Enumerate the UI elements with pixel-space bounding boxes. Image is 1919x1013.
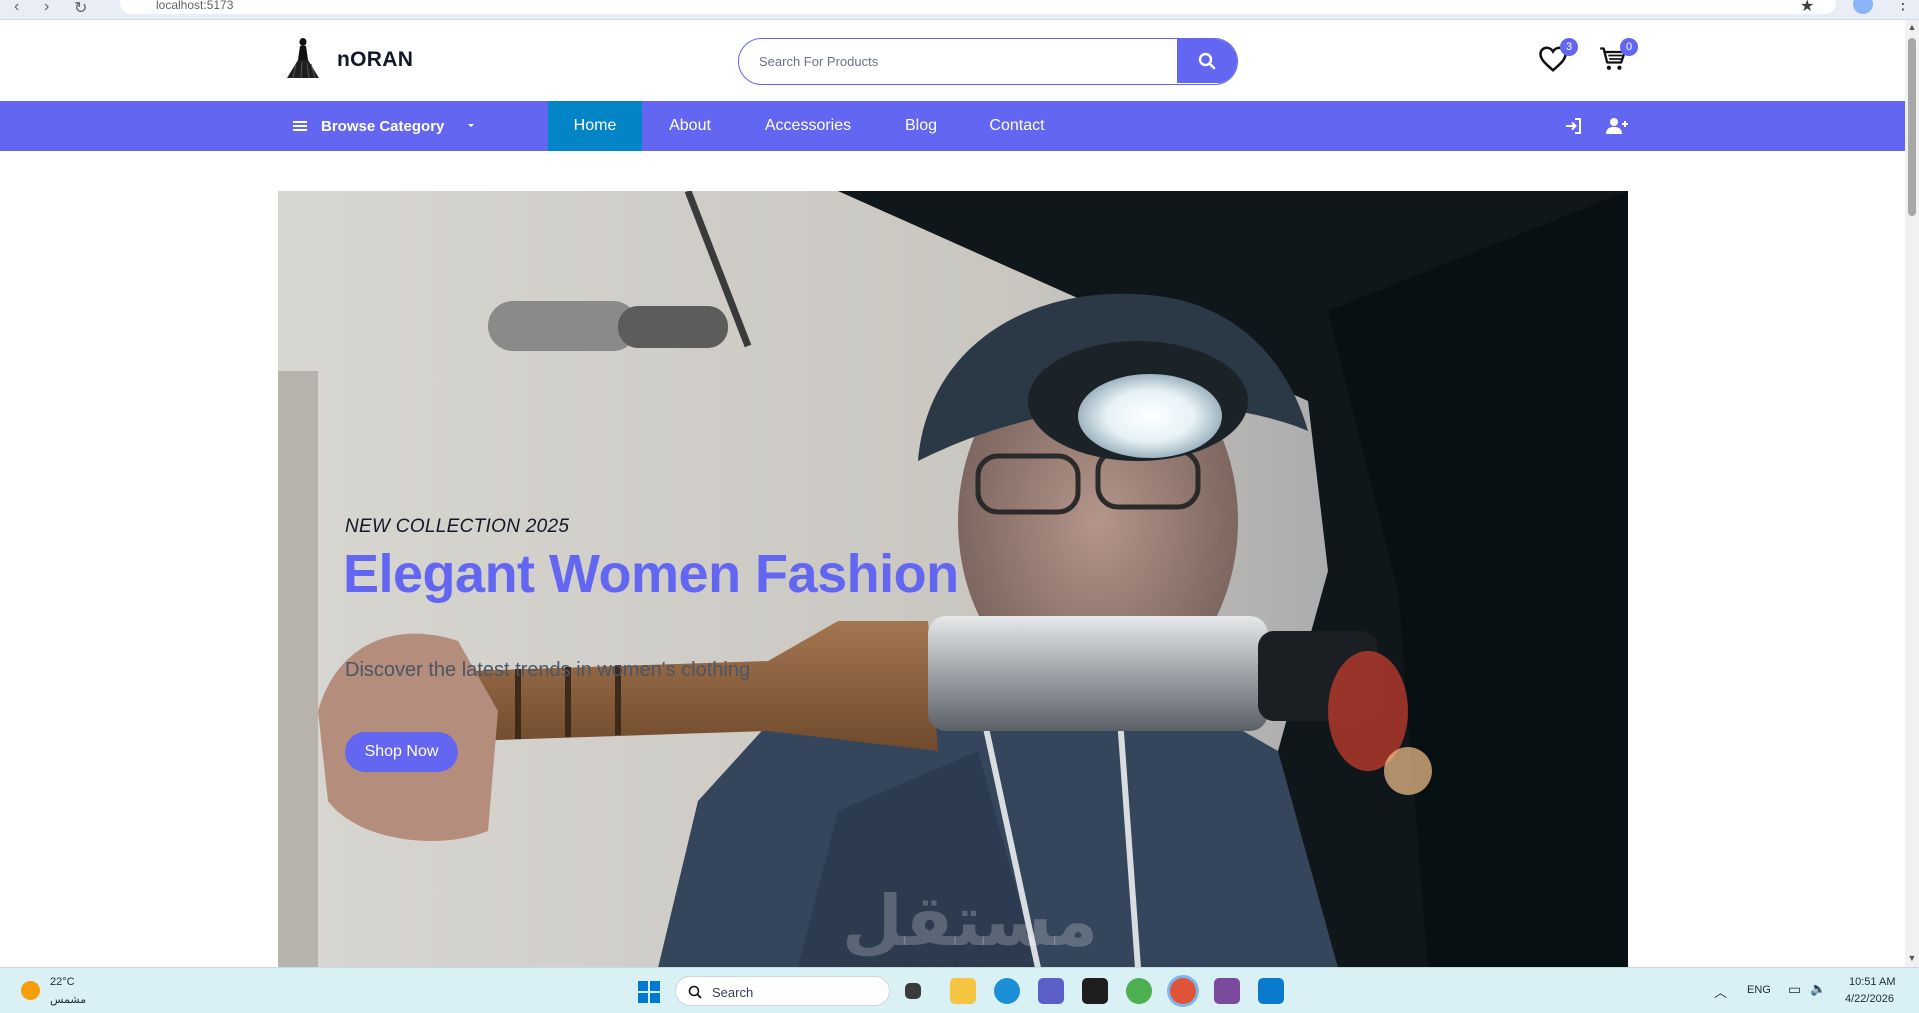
register-button[interactable]: [1605, 114, 1629, 138]
tray-chevron-up-icon[interactable]: ︿: [1714, 982, 1727, 1001]
search-button[interactable]: [1177, 39, 1237, 83]
nav-blog[interactable]: Blog: [884, 101, 958, 151]
weather-temperature[interactable]: 22°C: [50, 976, 75, 988]
site-header: nORAN 3 0: [0, 20, 1905, 101]
bookmark-star-icon[interactable]: ★: [1800, 0, 1814, 16]
hero-banner: NEW COLLECTION 2025 Elegant Women Fashio…: [278, 191, 1628, 968]
weather-sun-icon[interactable]: [21, 981, 40, 1000]
shop-now-button[interactable]: Shop Now: [345, 732, 458, 772]
scroll-thumb[interactable]: [1908, 38, 1916, 216]
cart-count-badge: 0: [1620, 38, 1638, 56]
teams-icon[interactable]: [1038, 978, 1064, 1004]
nav-blog-label: Blog: [904, 117, 938, 134]
login-icon: [1566, 118, 1581, 134]
nav-about[interactable]: About: [648, 101, 732, 151]
hero-subtitle: Discover the latest trends in women's cl…: [345, 659, 751, 681]
volume-icon[interactable]: 🔈: [1810, 981, 1826, 997]
nav-home-label: Home: [573, 117, 617, 134]
nav-accessories-label: Accessories: [764, 117, 852, 134]
taskbar-search[interactable]: Search: [675, 976, 890, 1006]
nav-contact[interactable]: Contact: [974, 101, 1060, 151]
browse-category-toggle[interactable]: Browse Category: [293, 101, 476, 151]
login-button[interactable]: [1562, 114, 1586, 138]
nav-home[interactable]: Home: [548, 101, 642, 151]
hero-title: Elegant Women Fashion: [343, 544, 959, 604]
product-search: [738, 38, 1238, 85]
clock-date[interactable]: 4/22/2026: [1845, 993, 1894, 1005]
browser-menu-icon[interactable]: ⋮: [1895, 0, 1911, 14]
browser-toolbar: ‹ › ↻ localhost:5173 ★ ⋮: [0, 0, 1919, 20]
taskbar-search-label: Search: [712, 985, 754, 1000]
back-icon[interactable]: ‹: [14, 0, 19, 16]
wishlist-button[interactable]: 3: [1536, 38, 1578, 76]
profile-avatar[interactable]: [1853, 0, 1873, 14]
scroll-up-icon[interactable]: ▲: [1907, 22, 1917, 32]
task-view-icon[interactable]: [905, 983, 921, 999]
nav-about-label: About: [669, 117, 711, 134]
brand-name[interactable]: nORAN: [337, 48, 413, 72]
page-scrollbar[interactable]: ▲ ▼: [1905, 20, 1919, 967]
caret-down-icon: [468, 124, 475, 127]
winrar-icon[interactable]: [1214, 978, 1240, 1004]
forward-icon[interactable]: ›: [44, 0, 49, 16]
reload-icon[interactable]: ↻: [74, 0, 87, 18]
main-nav: Browse Category Home About Accessories B…: [0, 101, 1905, 151]
scroll-down-icon[interactable]: ▼: [1907, 953, 1917, 963]
search-input[interactable]: [739, 39, 1179, 83]
language-indicator[interactable]: ENG: [1747, 984, 1771, 996]
edge-browser-icon[interactable]: [994, 978, 1020, 1004]
network-icon[interactable]: ▭: [1788, 981, 1801, 998]
nav-contact-label: Contact: [989, 117, 1045, 134]
wishlist-count-badge: 3: [1560, 38, 1578, 56]
browse-category-label: Browse Category: [321, 117, 445, 135]
search-icon: [688, 985, 702, 999]
address-bar[interactable]: localhost:5173: [120, 0, 1836, 14]
weather-description[interactable]: مشمس: [50, 993, 86, 1006]
search-icon: [1198, 52, 1216, 70]
nav-accessories[interactable]: Accessories: [746, 101, 870, 151]
chrome-icon[interactable]: [1170, 978, 1196, 1004]
figma-icon[interactable]: [1082, 978, 1108, 1004]
hamburger-menu-icon: [293, 121, 307, 131]
windows-start-icon[interactable]: [638, 981, 660, 1003]
chrome-profile-icon[interactable]: [1126, 978, 1152, 1004]
windows-taskbar: 22°C مشمس Search ︿ ENG ▭ 🔈 10:51 AM 4/22…: [0, 967, 1919, 1013]
vscode-icon[interactable]: [1258, 978, 1284, 1004]
watermark-arabic: مستقل: [842, 882, 1099, 960]
hero-kicker: NEW COLLECTION 2025: [345, 516, 570, 537]
file-explorer-icon[interactable]: [950, 978, 976, 1004]
clock-time[interactable]: 10:51 AM: [1849, 976, 1895, 988]
page: ‹ › ↻ localhost:5173 ★ ⋮ nORAN Search Fo…: [0, 0, 1919, 1013]
user-plus-icon: [1606, 118, 1628, 134]
address-text: localhost:5173: [156, 0, 234, 12]
cart-button[interactable]: 0: [1596, 38, 1638, 76]
brand-logo-icon[interactable]: [283, 36, 323, 80]
